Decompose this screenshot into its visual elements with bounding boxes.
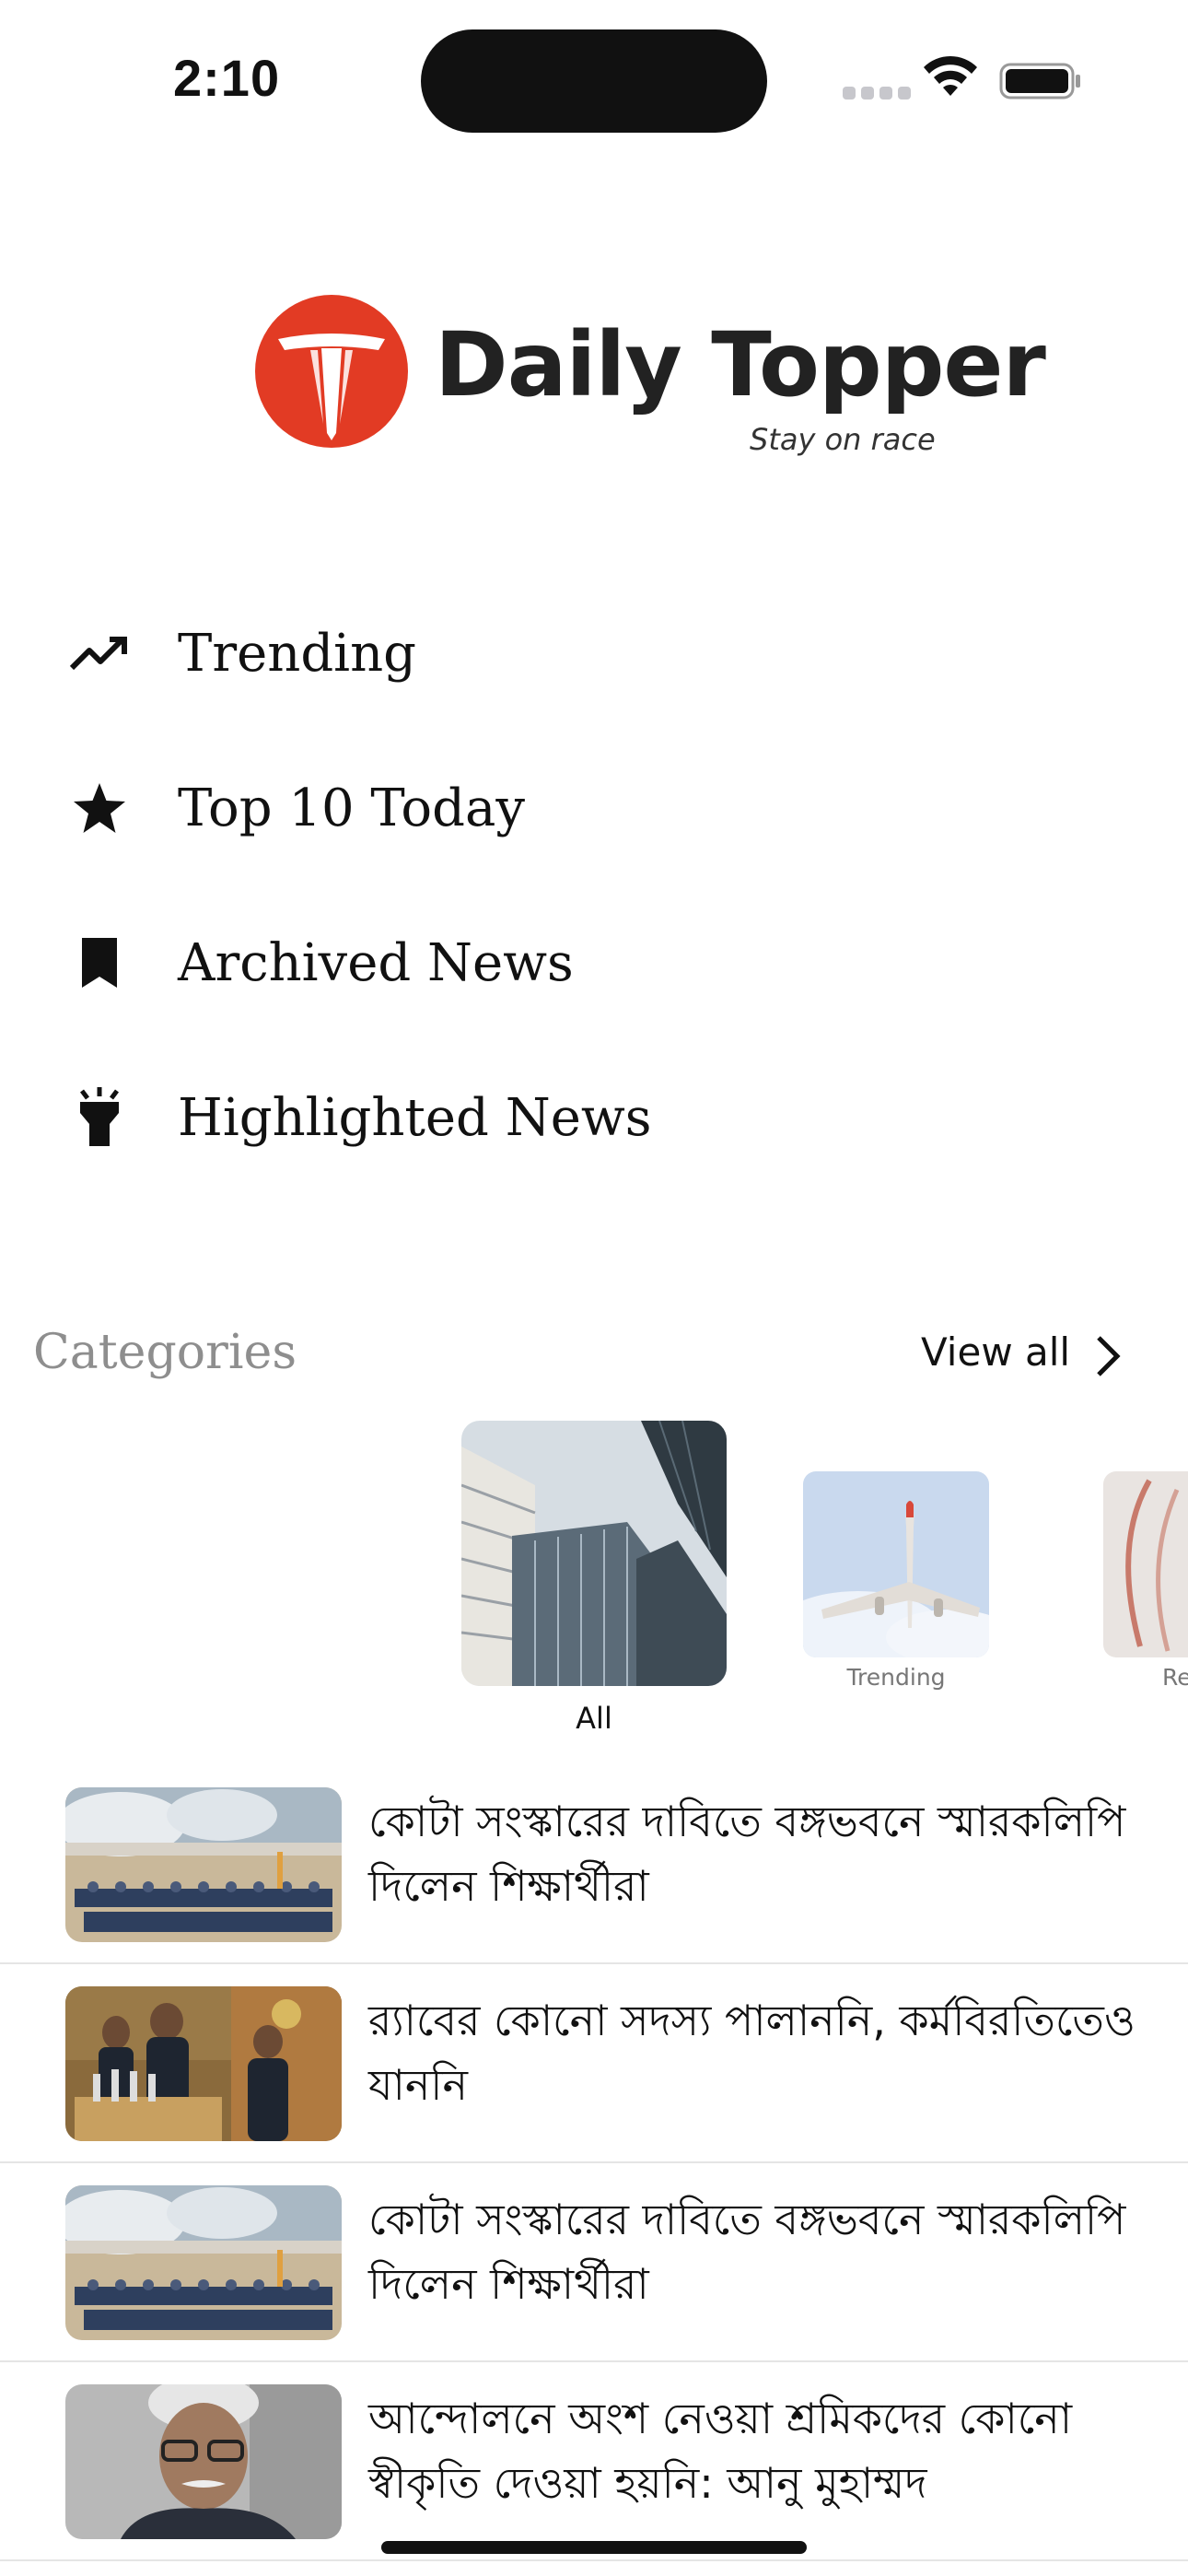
- menu-item-trending[interactable]: Trending: [64, 603, 893, 704]
- news-title: র‍্যাবের কোনো সদস্য পালাননি, কর্মবিরতিতে…: [368, 1996, 1136, 2110]
- wifi-icon: [924, 55, 977, 96]
- menu-item-top-10-today[interactable]: Top 10 Today: [64, 757, 893, 859]
- menu-label: Archived News: [178, 932, 574, 993]
- menu-label: Trending: [178, 623, 416, 684]
- flashlight-icon: [64, 1083, 134, 1153]
- news-thumbnail: [65, 1986, 342, 2141]
- category-image: [1103, 1471, 1188, 1657]
- brand-logo: [255, 295, 408, 448]
- trending-up-icon: [64, 618, 134, 688]
- news-row[interactable]: র‍্যাবের কোনো সদস্য পালাননি, কর্মবিরতিতে…: [0, 1962, 1188, 2163]
- status-time: 2:10: [173, 49, 281, 107]
- battery-icon: [999, 63, 1080, 100]
- menu-item-archived-news[interactable]: Archived News: [64, 912, 893, 1013]
- chevron-right-icon[interactable]: [1089, 1332, 1126, 1380]
- signal-dots-icon: [843, 87, 911, 100]
- news-row[interactable]: কোটা সংস্কারের দাবিতে বঙ্গভবনে স্মারকলিপ…: [0, 1763, 1188, 1964]
- star-icon: [64, 773, 134, 843]
- category-card-all[interactable]: [461, 1421, 727, 1686]
- menu-item-highlighted-news[interactable]: Highlighted News: [64, 1067, 893, 1168]
- news-row[interactable]: আন্দোলনে অংশ নেওয়া শ্রমিকদের কোনো স্বীক…: [0, 2360, 1188, 2561]
- buildings-image: [461, 1421, 727, 1686]
- menu-label: Highlighted News: [178, 1087, 652, 1148]
- view-all-link[interactable]: View all: [921, 1329, 1070, 1375]
- category-label-partial: Re: [1162, 1664, 1188, 1691]
- brand-tagline: Stay on race: [750, 422, 936, 457]
- news-thumbnail: [65, 1787, 342, 1942]
- bookmark-icon: [64, 928, 134, 998]
- news-title: আন্দোলনে অংশ নেওয়া শ্রমিকদের কোনো স্বীক…: [368, 2394, 1073, 2508]
- airplane-image: [803, 1471, 989, 1657]
- news-title: কোটা সংস্কারের দাবিতে বঙ্গভবনে স্মারকলিপ…: [368, 1797, 1126, 1911]
- dynamic-island: [421, 29, 767, 133]
- news-row[interactable]: কোটা সংস্কারের দাবিতে বঙ্গভবনে স্মারকলিপ…: [0, 2161, 1188, 2362]
- home-indicator[interactable]: [381, 2541, 807, 2554]
- brand-name: Daily Topper: [435, 313, 1046, 416]
- category-card-partial[interactable]: [1103, 1471, 1188, 1657]
- menu-label: Top 10 Today: [178, 778, 526, 838]
- category-label-trending: Trending: [846, 1664, 946, 1691]
- category-card-trending[interactable]: [803, 1471, 989, 1657]
- category-label-all: All: [576, 1701, 612, 1736]
- news-thumbnail: [65, 2185, 342, 2340]
- categories-title: Categories: [33, 1325, 297, 1380]
- news-title: কোটা সংস্কারের দাবিতে বঙ্গভবনে স্মারকলিপ…: [368, 2195, 1126, 2309]
- news-thumbnail: [65, 2384, 342, 2539]
